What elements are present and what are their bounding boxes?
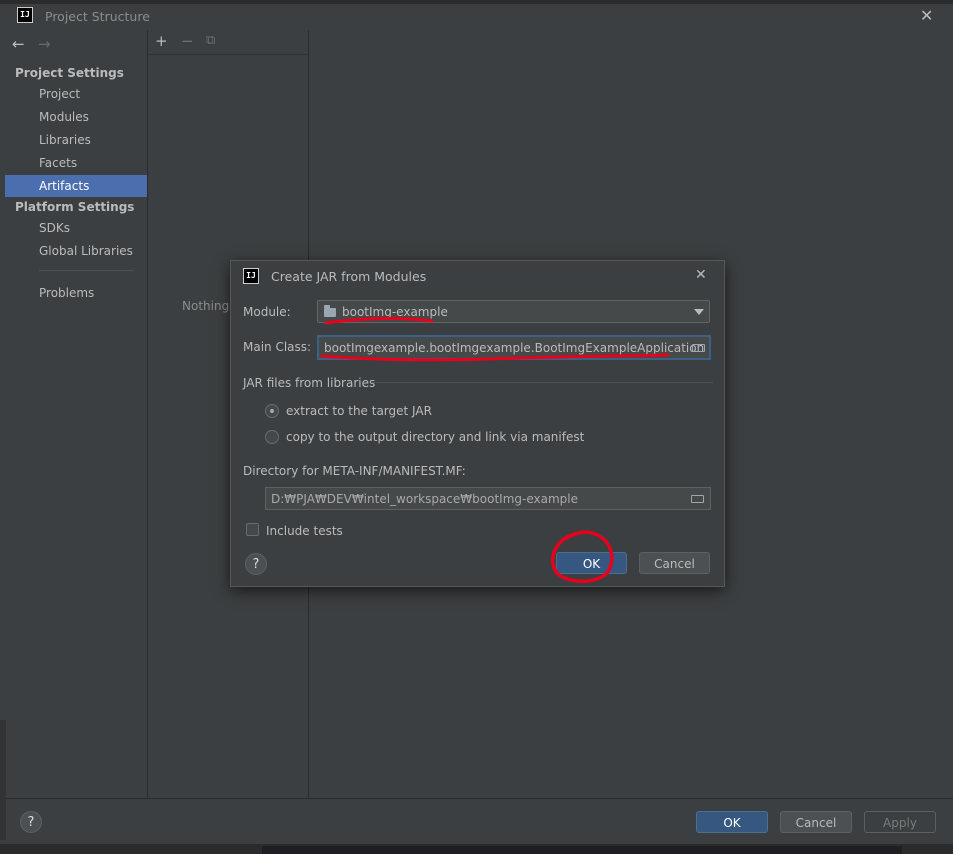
jar-files-group-label: JAR files from libraries <box>243 376 376 390</box>
sidebar-item-artifacts[interactable]: Artifacts <box>5 175 147 197</box>
sidebar-item-label: SDKs <box>39 221 70 235</box>
module-label: Module: <box>243 305 291 319</box>
sidebar-item-label: Global Libraries <box>39 244 133 258</box>
dialog-close-icon[interactable]: ✕ <box>695 267 707 283</box>
footer-cancel-button[interactable]: Cancel <box>780 811 852 833</box>
sidebar-item-sdks[interactable]: SDKs <box>5 217 147 239</box>
window-close-icon[interactable]: ✕ <box>920 8 933 24</box>
sidebar-separator <box>39 270 134 271</box>
sidebar-item-project[interactable]: Project <box>5 83 147 105</box>
manifest-dir-label: Directory for META-INF/MANIFEST.MF: <box>243 464 466 478</box>
dialog-title: Create JAR from Modules <box>271 269 427 284</box>
sidebar-item-label: Modules <box>39 110 89 124</box>
sidebar-item-label: Problems <box>39 286 95 300</box>
module-folder-icon <box>324 305 336 317</box>
footer-ok-button[interactable]: OK <box>696 811 768 833</box>
group-divider <box>371 382 713 383</box>
dialog-ok-button[interactable]: OK <box>556 552 627 574</box>
sidebar-item-label: Libraries <box>39 133 91 147</box>
side-tool-stripe <box>0 720 6 840</box>
main-class-label: Main Class: <box>243 340 312 354</box>
project-settings-heading: Project Settings <box>15 66 124 80</box>
dialog-cancel-button[interactable]: Cancel <box>639 552 710 574</box>
sidebar-item-label: Artifacts <box>39 179 90 193</box>
radio-extract-label[interactable]: extract to the target JAR <box>286 404 432 418</box>
sidebar-item-problems[interactable]: Problems <box>5 282 147 304</box>
browse-folder-icon[interactable] <box>691 495 704 503</box>
platform-settings-heading: Platform Settings <box>15 200 135 214</box>
module-select-value: bootImg-example <box>342 305 448 319</box>
radio-extract[interactable] <box>265 404 279 418</box>
create-jar-dialog: IJ Create JAR from Modules ✕ Module: boo… <box>230 260 725 587</box>
dialog-help-button[interactable]: ? <box>245 553 267 575</box>
include-tests-label[interactable]: Include tests <box>266 524 343 538</box>
main-class-value: bootImgexample.bootImgexample.BootImgExa… <box>324 341 705 355</box>
intellij-app-icon: IJ <box>17 7 33 23</box>
sidebar-item-facets[interactable]: Facets <box>5 152 147 174</box>
sidebar-item-label: Project <box>39 87 81 101</box>
copy-artifact-icon[interactable]: ⧉ <box>206 33 215 48</box>
browse-folder-icon[interactable] <box>692 344 705 352</box>
dialog-app-icon: IJ <box>243 268 259 284</box>
backdrop-footer-inner <box>262 846 902 854</box>
footer-apply-button[interactable]: Apply <box>864 811 936 833</box>
manifest-dir-value: D:₩PJA₩DEV₩intel_workspace₩bootImg-examp… <box>271 492 578 506</box>
sidebar-item-modules[interactable]: Modules <box>5 106 147 128</box>
radio-copy[interactable] <box>265 430 279 444</box>
sidebar-item-label: Facets <box>39 156 78 170</box>
empty-list-text: Nothing <box>182 299 230 313</box>
main-class-input[interactable]: bootImgexample.bootImgexample.BootImgExa… <box>317 335 711 360</box>
toolbar-divider <box>148 54 308 55</box>
module-select[interactable]: bootImg-example <box>317 300 710 323</box>
manifest-dir-input[interactable]: D:₩PJA₩DEV₩intel_workspace₩bootImg-examp… <box>265 487 711 510</box>
sidebar-item-libraries[interactable]: Libraries <box>5 129 147 151</box>
footer-help-button[interactable]: ? <box>20 811 42 833</box>
chevron-down-icon <box>694 309 704 315</box>
include-tests-checkbox[interactable] <box>246 523 259 536</box>
remove-artifact-icon[interactable]: − <box>181 34 194 49</box>
forward-arrow-icon[interactable]: → <box>38 37 51 52</box>
add-artifact-icon[interactable]: + <box>155 34 168 49</box>
window-title: Project Structure <box>45 9 150 24</box>
radio-copy-label[interactable]: copy to the output directory and link vi… <box>286 430 584 444</box>
sidebar-item-global-libraries[interactable]: Global Libraries <box>5 240 147 262</box>
back-arrow-icon[interactable]: ← <box>12 37 25 52</box>
